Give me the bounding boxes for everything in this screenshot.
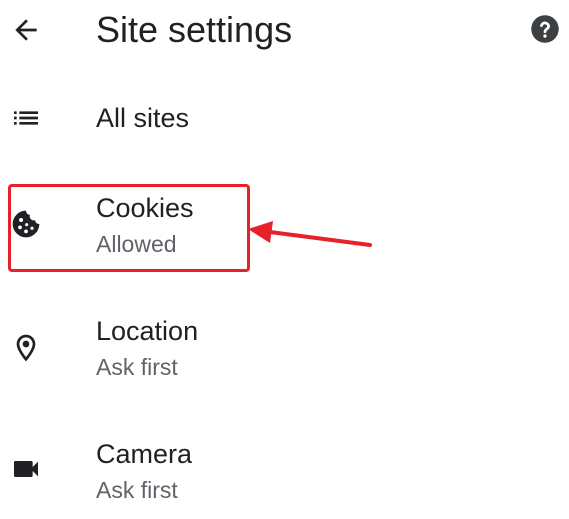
help-button[interactable] bbox=[528, 12, 562, 46]
list-item-status: Allowed bbox=[96, 231, 177, 257]
list-item-title: All sites bbox=[96, 103, 190, 133]
list-item-status: Ask first bbox=[96, 354, 178, 380]
location-pin-icon bbox=[8, 330, 44, 366]
list-item-camera[interactable]: Camera Ask first bbox=[0, 432, 569, 516]
list-item-status: Ask first bbox=[96, 477, 178, 503]
list-item-title: Camera bbox=[96, 439, 193, 469]
list-item-title: Cookies bbox=[96, 193, 194, 223]
page-title: Site settings bbox=[96, 9, 293, 50]
list-icon bbox=[8, 100, 44, 136]
list-item-title: Location bbox=[96, 316, 199, 346]
list-item-all-sites[interactable]: All sites bbox=[0, 96, 569, 144]
list-item-location[interactable]: Location Ask first bbox=[0, 310, 569, 394]
back-button[interactable] bbox=[6, 10, 46, 50]
list-item-cookies[interactable]: Cookies Allowed bbox=[0, 186, 569, 270]
cookie-icon bbox=[8, 206, 44, 242]
arrow-back-icon bbox=[15, 19, 37, 41]
videocam-icon bbox=[8, 451, 44, 487]
help-circle-icon bbox=[531, 15, 559, 43]
top-app-bar: Site settings bbox=[0, 0, 569, 64]
